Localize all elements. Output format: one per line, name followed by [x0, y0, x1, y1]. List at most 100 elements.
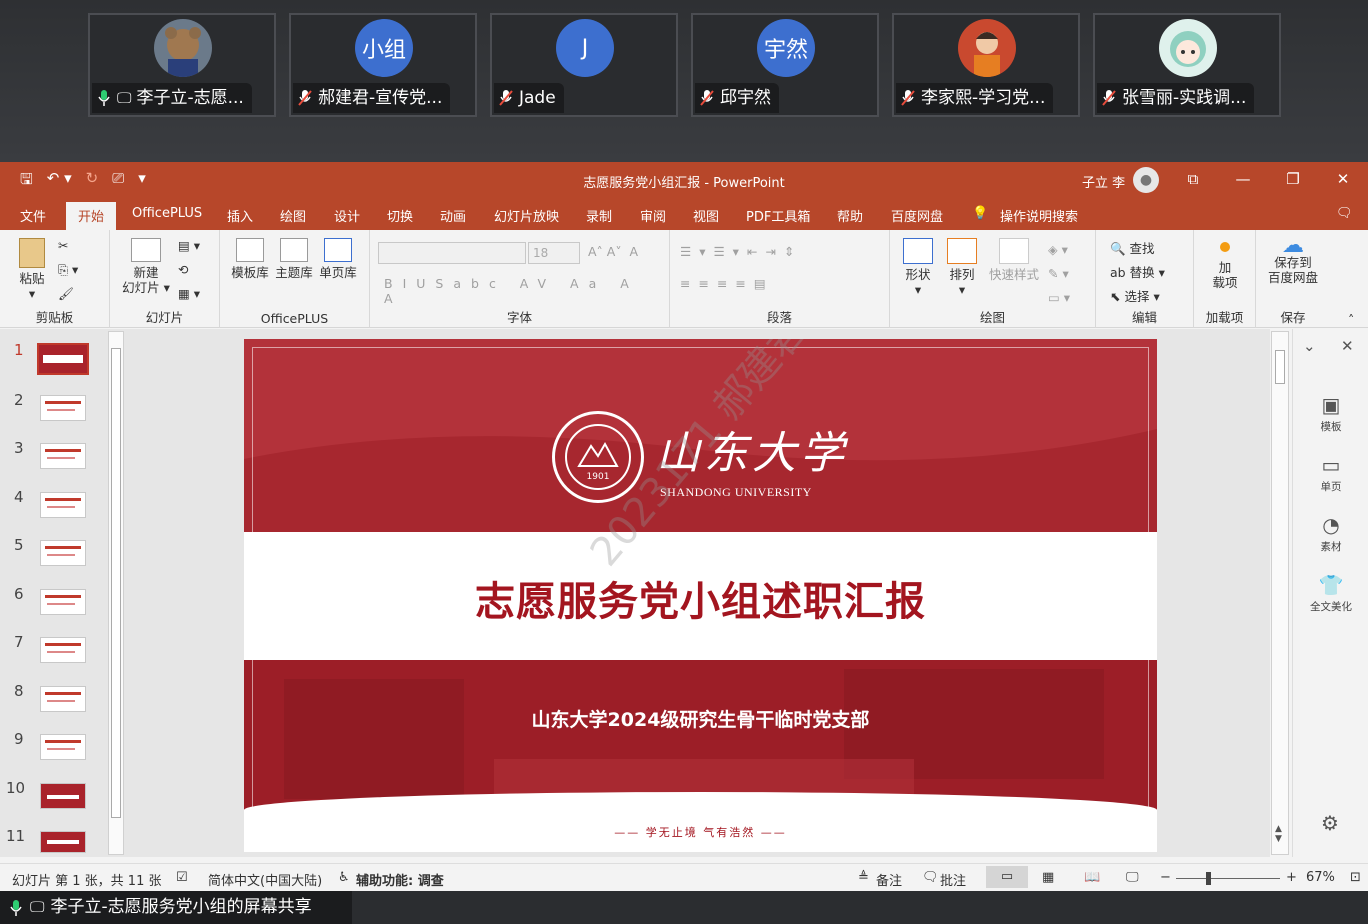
tell-me-search[interactable]: 操作说明搜索: [1000, 206, 1078, 225]
slide-subtitle[interactable]: 山东大学2024级研究生骨干临时党支部: [244, 705, 1157, 732]
shape-format-icons[interactable]: ◈ ▾ ✎ ▾ ▭ ▾: [1048, 238, 1070, 310]
gear-icon[interactable]: ⚙: [1321, 811, 1339, 835]
tab-officeplus[interactable]: OfficePLUS: [132, 206, 202, 221]
slide-motto[interactable]: —— 学无止境 气有浩然 ——: [244, 824, 1157, 840]
zoom-slider-thumb[interactable]: [1206, 872, 1211, 885]
reset-icon[interactable]: ⟲: [178, 262, 188, 277]
slide-thumbnail[interactable]: [40, 589, 86, 615]
slide[interactable]: 1901 山东大学 SHANDONG UNIVERSITY 志愿服务党小组述职汇…: [244, 339, 1157, 852]
fit-slide-icon[interactable]: ⊡: [1350, 870, 1361, 885]
participant-tile[interactable]: 小组 郝建君-宣传党...: [289, 13, 477, 117]
quick-styles-button[interactable]: 快速样式: [984, 238, 1044, 282]
cut-icon[interactable]: ✂: [58, 238, 68, 253]
restore-button[interactable]: ❐: [1268, 162, 1318, 198]
spellcheck-icon[interactable]: ☑: [176, 870, 188, 885]
avatar: 小组: [355, 19, 413, 77]
pane-beautify-button[interactable]: 👕 全文美化: [1293, 573, 1368, 614]
pane-material-button[interactable]: ◔ 素材: [1293, 513, 1368, 554]
zoom-slider[interactable]: [1176, 878, 1280, 879]
slide-thumbnail[interactable]: [40, 395, 86, 421]
slide-thumbnail[interactable]: [40, 637, 86, 663]
template-library-button[interactable]: 模板库: [228, 238, 272, 280]
chevron-down-icon[interactable]: ⌄: [1303, 337, 1316, 355]
pane-page-button[interactable]: ▭ 单页: [1293, 453, 1368, 494]
normal-view-icon[interactable]: ▭: [986, 866, 1028, 888]
participant-tile[interactable]: 张雪丽-实践调...: [1093, 13, 1281, 117]
align-icons[interactable]: ≡≡≡≡▤: [680, 276, 774, 291]
ribbon-display-icon[interactable]: ⧉: [1168, 162, 1218, 198]
prev-next-slide-icon[interactable]: ▲ ▼: [1275, 824, 1282, 844]
font-name-input[interactable]: [378, 242, 526, 264]
find-button[interactable]: 🔍 查找: [1110, 238, 1155, 257]
participant-tile[interactable]: 李家熙-学习党...: [892, 13, 1080, 117]
paste-button[interactable]: 粘贴 ▾: [14, 238, 50, 301]
tab-draw[interactable]: 绘图: [280, 206, 306, 225]
powerpoint-window: 🖫 ↶ ▾ ↻ ⎚ ▾ 志愿服务党小组汇报 - PowerPoint 子立 李 …: [0, 162, 1368, 891]
font-size-input[interactable]: 18: [528, 242, 580, 264]
font-grow-icon[interactable]: A˄ A˅ A: [588, 244, 638, 259]
page-library-button[interactable]: 单页库: [316, 238, 360, 280]
tab-help[interactable]: 帮助: [837, 206, 863, 225]
reading-view-icon[interactable]: 📖: [1084, 870, 1100, 885]
new-slide-button[interactable]: 新建 幻灯片 ▾: [118, 238, 174, 295]
layout-icon[interactable]: ▤ ▾: [178, 238, 200, 253]
slide-thumbnail[interactable]: [40, 734, 86, 760]
collapse-ribbon-icon[interactable]: ˄: [1348, 312, 1354, 327]
save-to-baidu-button[interactable]: ☁ 保存到 百度网盘: [1260, 235, 1326, 286]
sorter-view-icon[interactable]: ▦: [1042, 870, 1054, 885]
tab-insert[interactable]: 插入: [227, 206, 253, 225]
tab-pdf-tools[interactable]: PDF工具箱: [746, 206, 810, 225]
thumbnail-scrollbar[interactable]: [108, 331, 124, 855]
slide-thumbnail[interactable]: [37, 343, 89, 375]
slide-thumbnail[interactable]: [40, 783, 86, 809]
tab-baidu[interactable]: 百度网盘: [891, 206, 943, 225]
user-avatar-icon[interactable]: ●: [1133, 167, 1159, 193]
comments-button[interactable]: 批注: [940, 870, 966, 889]
tab-record[interactable]: 录制: [586, 206, 612, 225]
slide-thumbnail[interactable]: [40, 686, 86, 712]
close-button[interactable]: ✕: [1318, 162, 1368, 198]
section-icon[interactable]: ▦ ▾: [178, 286, 200, 301]
minimize-button[interactable]: —: [1218, 162, 1268, 198]
arrange-button[interactable]: 排列 ▾: [940, 238, 984, 297]
addins-button[interactable]: 加载项: [1200, 242, 1250, 290]
slide-thumbnail[interactable]: [40, 492, 86, 518]
tab-design[interactable]: 设计: [334, 206, 360, 225]
zoom-level[interactable]: 67%: [1306, 870, 1335, 885]
list-icons[interactable]: ☰▾☰▾⇤⇥⇕: [680, 244, 802, 259]
slide-thumbnail[interactable]: [40, 443, 86, 469]
zoom-out-icon[interactable]: −: [1160, 870, 1171, 885]
format-painter-icon[interactable]: 🖌: [58, 286, 74, 302]
tab-transitions[interactable]: 切换: [387, 206, 413, 225]
participant-tile[interactable]: 🖵 李子立-志愿...: [88, 13, 276, 117]
notes-button[interactable]: 备注: [876, 870, 902, 889]
replace-button[interactable]: ab 替换 ▾: [1110, 262, 1165, 281]
scroll-thumb[interactable]: [1275, 350, 1285, 384]
scroll-thumb[interactable]: [111, 348, 121, 818]
language-indicator[interactable]: 简体中文(中国大陆): [208, 870, 322, 889]
close-icon[interactable]: ✕: [1341, 337, 1354, 355]
slide-title[interactable]: 志愿服务党小组述职汇报: [244, 569, 1157, 627]
slideshow-view-icon[interactable]: 🖵: [1126, 870, 1139, 885]
copy-icon[interactable]: ⎘ ▾: [58, 262, 78, 278]
tab-review[interactable]: 审阅: [640, 206, 666, 225]
tab-animations[interactable]: 动画: [440, 206, 466, 225]
slide-thumbnail[interactable]: [40, 540, 86, 566]
tab-file[interactable]: 文件: [20, 206, 46, 225]
select-button[interactable]: ⬉ 选择 ▾: [1110, 286, 1160, 305]
accessibility-status[interactable]: 辅助功能: 调查: [356, 870, 444, 889]
user-name[interactable]: 子立 李: [1082, 172, 1125, 191]
slide-thumbnail[interactable]: [40, 831, 86, 853]
participant-tile[interactable]: 宇然 邱宇然: [691, 13, 879, 117]
pane-template-button[interactable]: ▣ 模板: [1293, 393, 1368, 434]
participant-tile[interactable]: J Jade: [490, 13, 678, 117]
theme-library-button[interactable]: 主题库: [272, 238, 316, 280]
font-format-icons[interactable]: BIUSabc AV Aa A A: [384, 276, 669, 306]
comments-icon[interactable]: 🗨: [1336, 206, 1353, 221]
tab-view[interactable]: 视图: [693, 206, 719, 225]
zoom-in-icon[interactable]: +: [1286, 870, 1297, 885]
tab-home[interactable]: 开始: [66, 202, 117, 230]
slide-scrollbar[interactable]: ▲ ▼: [1271, 331, 1289, 855]
shapes-button[interactable]: 形状 ▾: [896, 238, 940, 297]
tab-slideshow[interactable]: 幻灯片放映: [494, 206, 559, 225]
